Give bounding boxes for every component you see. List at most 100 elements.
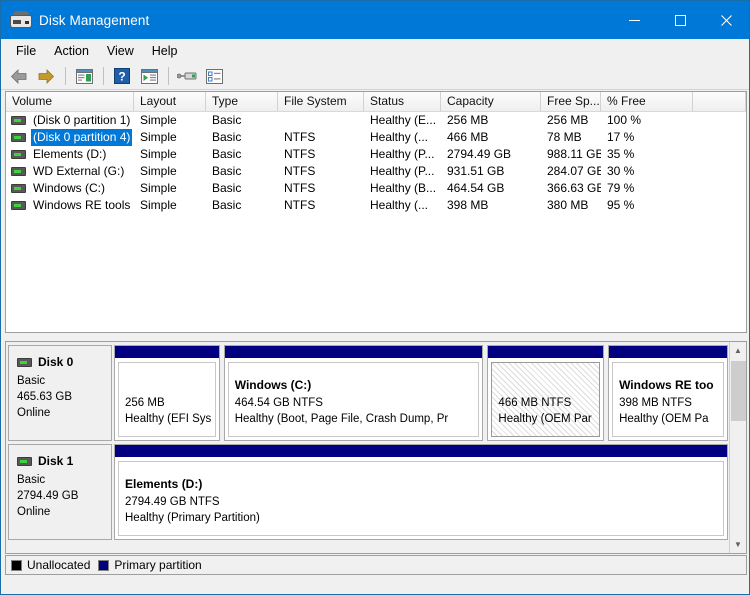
partition-block[interactable]: Windows RE too 398 MB NTFS Healthy (OEM Pa xyxy=(608,345,728,441)
window-controls xyxy=(611,1,749,39)
cell-volume: Windows RE tools xyxy=(6,197,134,214)
volume-label: WD External (G:) xyxy=(33,164,125,178)
column-header-layout[interactable]: Layout xyxy=(134,92,206,111)
close-button[interactable] xyxy=(703,1,749,39)
disk-info-disk-1[interactable]: Disk 1 Basic 2794.49 GB Online xyxy=(8,444,112,540)
cell-status: Healthy (... xyxy=(370,130,429,144)
menu-view[interactable]: View xyxy=(98,40,143,62)
scroll-down-arrow[interactable]: ▼ xyxy=(730,536,746,553)
cell-layout: Simple xyxy=(140,198,177,212)
disk-title: Disk 1 xyxy=(17,453,105,469)
toolbar: ? xyxy=(1,63,749,90)
partition-type-bar xyxy=(115,445,727,458)
legend-swatch xyxy=(11,559,22,571)
cell-capacity: 464.54 GB xyxy=(447,181,505,195)
volume-label: Windows RE tools xyxy=(33,198,131,212)
maximize-button[interactable] xyxy=(657,1,703,39)
menu-action[interactable]: Action xyxy=(45,40,98,62)
cell-percent-free: 30 % xyxy=(607,164,635,178)
cell-free-space: 284.07 GB xyxy=(547,164,601,178)
column-header-volume[interactable]: Volume xyxy=(6,92,134,111)
column-header--free[interactable]: % Free xyxy=(601,92,693,111)
disk-drive-icon xyxy=(10,10,32,30)
table-row[interactable]: (Disk 0 partition 4) Simple Basic NTFS Healt… xyxy=(6,129,746,146)
volume-label: (Disk 0 partition 4) xyxy=(31,129,133,146)
partition-size-filesystem: 2794.49 GB NTFS xyxy=(125,496,220,508)
partition-status: Healthy (EFI Sys xyxy=(125,413,212,425)
show-hide-console-tree-icon[interactable] xyxy=(71,65,97,88)
volume-drive-icon xyxy=(11,116,26,125)
partition-name: Elements (D:) xyxy=(125,477,203,491)
partition-block[interactable]: 466 MB NTFS Healthy (OEM Par xyxy=(487,345,605,441)
cell-percent-free: 79 % xyxy=(607,181,635,195)
legend-label: Unallocated xyxy=(27,558,91,572)
cell-type: Basic xyxy=(212,181,242,195)
disk-list: Disk 0 Basic 465.63 GB Online 256 MB Healthy… xyxy=(6,342,730,553)
show-hide-action-pane-icon[interactable] xyxy=(136,65,162,88)
partition-status: Healthy (Primary Partition) xyxy=(125,512,260,524)
disk-row: Disk 1 Basic 2794.49 GB Online Elements (D:)… xyxy=(8,444,730,540)
table-row[interactable]: Windows (C:) Simple Basic NTFS Healthy (B...… xyxy=(6,180,746,197)
cell-percent-free: 100 % xyxy=(607,113,642,127)
partition-type-bar xyxy=(115,346,219,359)
help-icon[interactable]: ? xyxy=(109,65,135,88)
column-header-capacity[interactable]: Capacity xyxy=(441,92,541,111)
cell-volume: (Disk 0 partition 4) xyxy=(6,129,134,146)
graphical-view-scrollbar[interactable]: ▲ ▼ xyxy=(729,342,746,553)
table-row[interactable]: Windows RE tools Simple Basic NTFS Healthy (… xyxy=(6,197,746,214)
disk-title: Disk 0 xyxy=(17,354,105,370)
disk-kind: Basic xyxy=(17,375,46,387)
partition-details: 466 MB NTFS Healthy (OEM Par xyxy=(491,362,601,437)
column-header-status[interactable]: Status xyxy=(364,92,441,111)
partition-type-bar xyxy=(224,346,483,359)
table-row[interactable]: WD External (G:) Simple Basic NTFS Healthy (… xyxy=(6,163,746,180)
table-row[interactable]: (Disk 0 partition 1) Simple Basic Healthy (… xyxy=(6,112,746,129)
partition-details: 256 MB Healthy (EFI Sys xyxy=(118,362,216,437)
menu-help[interactable]: Help xyxy=(143,40,187,62)
menu-bar: File Action View Help xyxy=(1,39,749,63)
partition-name: Windows (C:) xyxy=(234,378,312,392)
table-row[interactable]: Elements (D:) Simple Basic NTFS Healthy (P..… xyxy=(6,146,746,163)
cell-layout: Simple xyxy=(140,113,177,127)
cell-file-system: NTFS xyxy=(284,198,316,212)
cell-percent-free: 35 % xyxy=(607,147,635,161)
disk-row: Disk 0 Basic 465.63 GB Online 256 MB Healthy… xyxy=(8,345,730,441)
column-header-type[interactable]: Type xyxy=(206,92,278,111)
disk-management-window: Disk Management File Action View Help ? … xyxy=(0,0,750,595)
volume-list-pane: Volume Layout Type File System Status Capacit… xyxy=(5,91,747,333)
properties-icon[interactable] xyxy=(201,65,227,88)
cell-volume: Elements (D:) xyxy=(6,146,134,163)
title-bar: Disk Management xyxy=(1,1,749,39)
cell-volume: Windows (C:) xyxy=(6,180,134,197)
volume-drive-icon xyxy=(11,201,26,210)
column-header-file-system[interactable]: File System xyxy=(278,92,364,111)
cell-capacity: 931.51 GB xyxy=(447,164,505,178)
disk-drive-icon xyxy=(17,357,32,367)
cell-capacity: 2794.49 GB xyxy=(447,147,512,161)
partition-size-filesystem: 256 MB xyxy=(125,397,165,409)
volume-drive-icon xyxy=(11,184,26,193)
volume-drive-icon xyxy=(11,133,26,142)
cell-layout: Simple xyxy=(140,130,177,144)
back-icon[interactable] xyxy=(6,65,32,88)
cell-free-space: 256 MB xyxy=(547,113,589,127)
partition-block[interactable]: Elements (D:) 2794.49 GB NTFS Healthy (Pri… xyxy=(114,444,728,540)
forward-icon[interactable] xyxy=(33,65,59,88)
cell-capacity: 256 MB xyxy=(447,113,489,127)
legend-item: Primary partition xyxy=(98,558,202,572)
partition-block[interactable]: Windows (C:) 464.54 GB NTFS Healthy (Boot,… xyxy=(223,345,484,441)
partition-block[interactable]: 256 MB Healthy (EFI Sys xyxy=(114,345,220,441)
partition-status: Healthy (OEM Par xyxy=(498,413,592,425)
menu-file[interactable]: File xyxy=(7,40,45,62)
scroll-up-arrow[interactable]: ▲ xyxy=(730,342,746,359)
cell-percent-free: 95 % xyxy=(607,198,635,212)
partition-details: Windows (C:) 464.54 GB NTFS Healthy (Boot,… xyxy=(227,362,480,437)
scroll-thumb[interactable] xyxy=(731,361,746,421)
disk-info-disk-0[interactable]: Disk 0 Basic 465.63 GB Online xyxy=(8,345,112,441)
cell-file-system: NTFS xyxy=(284,130,316,144)
legend-label: Primary partition xyxy=(114,558,202,572)
minimize-button[interactable] xyxy=(611,1,657,39)
column-header-free-sp[interactable]: Free Sp... xyxy=(541,92,601,111)
rescan-disks-icon[interactable] xyxy=(174,65,200,88)
cell-type: Basic xyxy=(212,198,242,212)
